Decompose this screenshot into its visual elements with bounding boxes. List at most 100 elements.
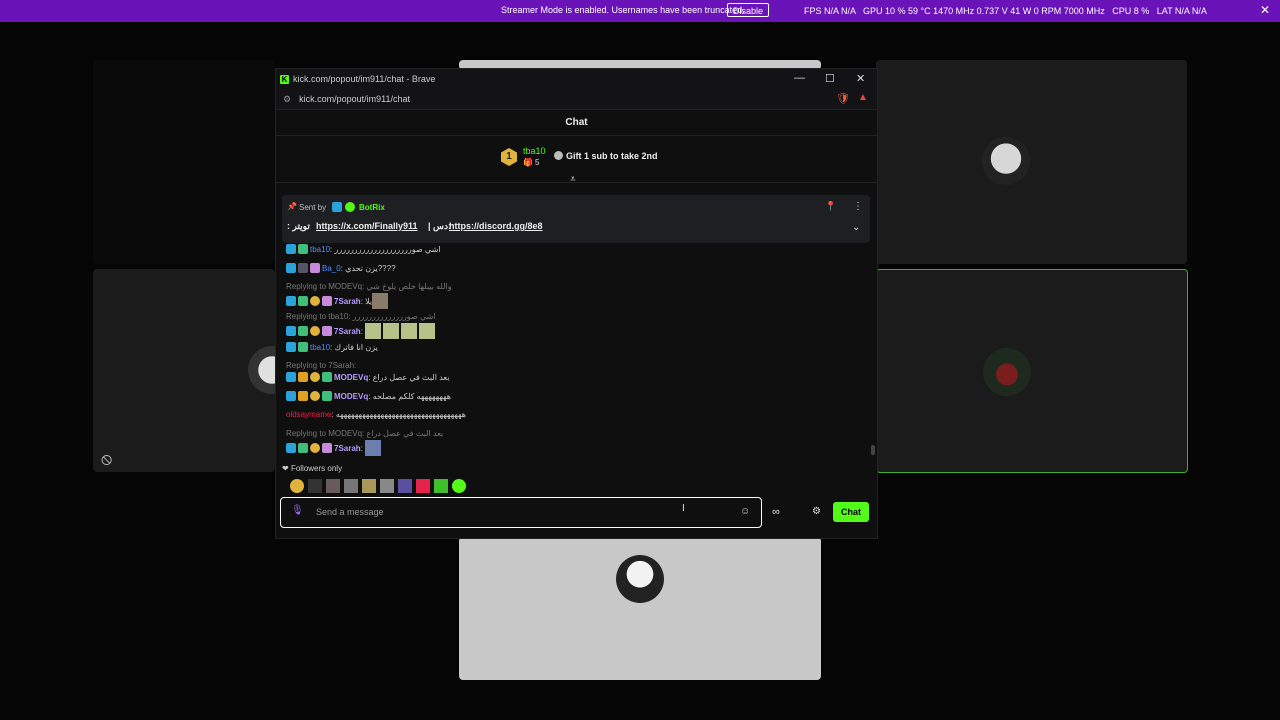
close-icon[interactable]: ✕ (1260, 3, 1270, 17)
url-text[interactable]: kick.com/popout/im911/chat (299, 94, 410, 104)
muted-mic-icon: 🛇 (101, 455, 113, 467)
brave-rewards-icon[interactable]: ▲ (858, 92, 868, 103)
gift-badge-icon (322, 326, 332, 336)
performance-stats: FPS N/A N/A GPU 10 % 59 °C 1470 MHz 0.73… (804, 6, 1207, 16)
more-options-icon[interactable]: ⋮ (853, 201, 863, 212)
scrollbar[interactable] (871, 445, 875, 455)
emote-button[interactable] (416, 479, 430, 493)
reply-text[interactable]: Replying to 7Sarah: (286, 361, 356, 370)
leaderboard-user[interactable]: tba10 (523, 146, 546, 156)
gift-badge-icon (322, 296, 332, 306)
chat-text: : يلا (360, 296, 373, 306)
close-window-icon[interactable]: ✕ (856, 72, 865, 85)
chat-text: : يزن تحدي???? (340, 263, 396, 273)
gear-icon[interactable]: ⚙ (812, 506, 821, 517)
pinned-link-x[interactable]: https://x.com/Finally911 (316, 221, 418, 231)
chat-message: tba10 : يزن انا فاترك (286, 342, 378, 352)
chat-username[interactable]: MODEVq (334, 373, 368, 382)
emote-button[interactable] (308, 479, 322, 493)
collapse-icon[interactable]: ⩡ (570, 174, 576, 185)
minimize-icon[interactable]: — (794, 72, 805, 84)
chat-text: : (360, 443, 363, 453)
chat-text: : (360, 326, 363, 336)
chat-username[interactable]: 7Sarah (334, 327, 361, 336)
chat-popout-window: K kick.com/popout/im911/chat - Brave — ☐… (275, 68, 878, 539)
followers-only-label: ❤ Followers only (282, 464, 343, 473)
emote-image (372, 293, 389, 309)
emote-button[interactable] (452, 479, 466, 493)
chat-username[interactable]: tba10 (310, 245, 330, 254)
chat-text: : يزن انا فاترك (330, 342, 378, 352)
video-tile (93, 60, 275, 264)
chat-text: : اشي صورررررررررررررررررررر (330, 244, 441, 254)
bot-badge-icon (332, 202, 342, 212)
disable-streamer-mode-button[interactable]: Disable (727, 3, 770, 17)
chat-username[interactable]: 7Sarah (334, 444, 361, 453)
badge-icon (286, 296, 296, 306)
chat-text: : بعد البث في عصل دراع (368, 372, 450, 382)
chat-message: 7Sarah : (286, 440, 383, 456)
chat-message: MODEVq : ههههههههه كلكم مصلحه (286, 391, 451, 401)
chat-username[interactable]: MODEVq (334, 392, 368, 401)
emote-image (364, 440, 381, 456)
emote-button[interactable] (434, 479, 448, 493)
maximize-icon[interactable]: ☐ (825, 72, 835, 85)
reply-context: Replying to MODEVq: بعد البث في عصل دراع (286, 429, 443, 438)
chat-username[interactable]: tba10 (310, 343, 330, 352)
channel-points-icon[interactable]: ∞ (772, 506, 780, 518)
reply-text[interactable]: Replying to MODEVq: والله بيبلها خلص يلو… (286, 282, 452, 291)
sub-badge-icon (298, 443, 308, 453)
chat-text: : ههههههههه كلكم مصلحه (368, 391, 451, 401)
chat-username[interactable]: 7Sarah (334, 297, 361, 306)
gift-count: 5 (535, 158, 540, 167)
emote-button[interactable] (362, 479, 376, 493)
chat-message: Ba_0 : يزن تحدي???? (286, 263, 396, 273)
site-settings-icon[interactable]: ⚙ (283, 94, 291, 105)
gift-badge-icon (310, 263, 320, 273)
emote-image (364, 323, 381, 339)
reply-context: Replying to 7Sarah: (286, 361, 356, 370)
rank-badge-icon (310, 391, 320, 401)
microphone-icon[interactable]: 🎙 (291, 505, 304, 516)
emote-image (400, 323, 417, 339)
message-input[interactable]: 🎙 Send a message ☺ (280, 497, 762, 528)
emote-button[interactable] (290, 479, 304, 493)
emote-button[interactable] (326, 479, 340, 493)
emote-button[interactable] (344, 479, 358, 493)
chat-message: tba10 : اشي صورررررررررررررررررررر (286, 244, 441, 254)
address-bar[interactable]: ⚙ kick.com/popout/im911/chat 🛡 ▲ (276, 89, 877, 110)
pinned-sent-by: Sent by (299, 203, 327, 212)
reply-context: Replying to tba10: اشي صورررررررررررررر (286, 312, 436, 321)
brave-shield-icon[interactable]: 🛡 (836, 92, 850, 105)
sub-badge-icon (298, 296, 308, 306)
emote-button[interactable] (398, 479, 412, 493)
pinned-user[interactable]: BotRix (359, 203, 385, 212)
video-tile-active (876, 269, 1188, 473)
chat-username[interactable]: oldsaymame (286, 410, 331, 419)
emote-image (382, 323, 399, 339)
badge-icon (286, 326, 296, 336)
gift-sub-text[interactable]: Gift 1 sub to take 2nd (566, 151, 658, 161)
rank-badge-icon (310, 443, 320, 453)
reply-text[interactable]: Replying to tba10: اشي صورررررررررررررر (286, 312, 436, 321)
sub-badge-icon (322, 391, 332, 401)
emote-quickbar (290, 479, 468, 493)
pinned-separator: | دس: (428, 221, 452, 231)
reply-text[interactable]: Replying to MODEVq: بعد البث في عصل دراع (286, 429, 443, 438)
chat-username[interactable]: Ba_0 (322, 264, 341, 273)
kick-logo-icon: K (280, 74, 289, 84)
crown-badge-icon (298, 372, 308, 382)
unpin-icon[interactable]: 📍 (825, 201, 836, 212)
pinned-message: 📌 Sent by BotRix : تويتر https://x.com/F… (282, 195, 870, 243)
sub-badge-icon (298, 342, 308, 352)
message-placeholder[interactable]: Send a message (316, 507, 384, 517)
sub-badge-icon (322, 372, 332, 382)
badge-icon (286, 391, 296, 401)
pinned-link-discord[interactable]: https://discord.gg/8e8 (449, 221, 543, 231)
emote-button[interactable] (380, 479, 394, 493)
send-chat-button[interactable]: Chat (833, 502, 869, 522)
chat-message: 7Sarah : يلا (286, 293, 390, 309)
emoji-icon[interactable]: ☺ (740, 506, 750, 517)
badge-icon (286, 244, 296, 254)
chevron-down-icon[interactable]: ⌄ (852, 222, 860, 233)
